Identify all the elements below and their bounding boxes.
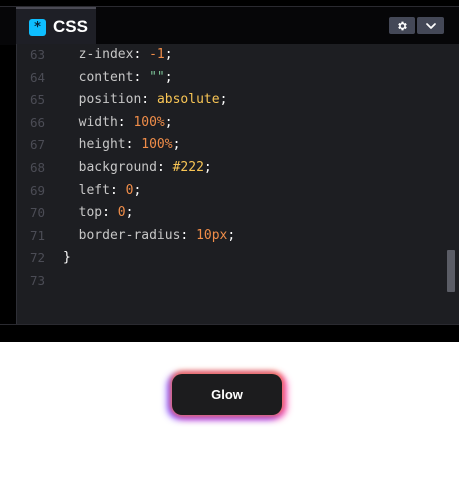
code-line: left: 0; (63, 180, 235, 203)
tab-title: CSS (53, 17, 88, 36)
tab-css[interactable]: * CSS (16, 7, 96, 45)
css-property: } (63, 250, 71, 266)
code-editor[interactable]: 63 64 65 66 67 68 69 70 71 72 73 z-index: -1; cont… (16, 44, 459, 324)
css-semicolon: ; (203, 159, 212, 175)
code-line: content: ""; (63, 67, 235, 90)
css-value: 100% (133, 114, 165, 130)
css-property: border-radius (78, 227, 181, 243)
line-number: 66 (29, 114, 45, 130)
css-value: 0 (117, 205, 126, 221)
css-semicolon: ; (172, 137, 181, 153)
line-number: 68 (29, 159, 45, 175)
css-semicolon: ; (164, 114, 173, 130)
css-property: width (78, 114, 118, 130)
css-semicolon: ; (133, 182, 142, 198)
line-number: 72 (29, 250, 45, 266)
line-number: 69 (29, 182, 45, 198)
css-property: height (78, 137, 126, 153)
chevron-down-icon (425, 22, 436, 29)
code-line: border-radius: 10px; (63, 225, 236, 248)
css-value: "" (149, 69, 165, 85)
css-value: absolute (156, 92, 220, 108)
css-property: position (78, 92, 142, 108)
code-content[interactable]: z-index: -1; content: ""; position: abso… (63, 44, 235, 293)
css-property: top (78, 205, 103, 221)
code-line: top: 0; (63, 202, 235, 225)
code-line: width: 100%; (63, 112, 235, 135)
css-semicolon: ; (125, 205, 134, 221)
line-number-gutter: 63 64 65 66 67 68 69 70 71 72 73 (17, 44, 47, 293)
vertical-scrollbar[interactable] (447, 250, 455, 292)
preview-pane (0, 342, 459, 495)
css-semicolon: ; (219, 92, 228, 108)
editor-area: * CSS 63 64 65 66 67 68 69 70 71 72 73 z-index: -1… (0, 0, 459, 343)
css-separator: : (180, 227, 197, 243)
editor-bottom-strip (0, 324, 459, 343)
line-number: 64 (29, 69, 45, 85)
css-separator: : (141, 92, 157, 108)
css-property: background (78, 159, 157, 175)
css-separator: : (117, 114, 134, 130)
code-line: height: 100%; (63, 134, 235, 157)
css-value: #222 (172, 159, 204, 175)
collapse-button[interactable] (417, 17, 444, 34)
line-number: 73 (29, 272, 45, 288)
line-number: 70 (29, 205, 45, 221)
line-number: 71 (29, 227, 45, 243)
gear-icon (398, 21, 407, 30)
css-property: left (78, 182, 110, 198)
css-separator: : (109, 182, 126, 198)
css-semicolon: ; (164, 47, 173, 62)
css-value: -1 (149, 47, 165, 62)
css-property: z-index (78, 47, 134, 62)
editor-tab-bar: * CSS (0, 6, 459, 45)
css-value: 10px (196, 227, 228, 243)
line-number: 67 (29, 137, 45, 153)
css-semicolon: ; (227, 227, 236, 243)
css-separator: : (133, 69, 150, 85)
css-separator: : (156, 159, 173, 175)
css-separator: : (125, 137, 142, 153)
css-separator: : (102, 205, 118, 221)
css-separator: : (133, 47, 150, 62)
css-semicolon: ; (164, 69, 173, 85)
line-number: 65 (29, 92, 45, 108)
glow-button[interactable]: Glow (172, 374, 282, 415)
settings-button[interactable] (389, 17, 415, 34)
css-value: 100% (141, 137, 173, 153)
code-line: z-index: -1; (63, 44, 235, 67)
line-number: 63 (29, 47, 45, 62)
code-line: position: absolute; (63, 89, 235, 112)
css-property: content (78, 69, 134, 85)
code-line: background: #222; (63, 157, 235, 180)
css-asterisk-icon: * (29, 18, 46, 36)
code-line: } (63, 247, 235, 270)
